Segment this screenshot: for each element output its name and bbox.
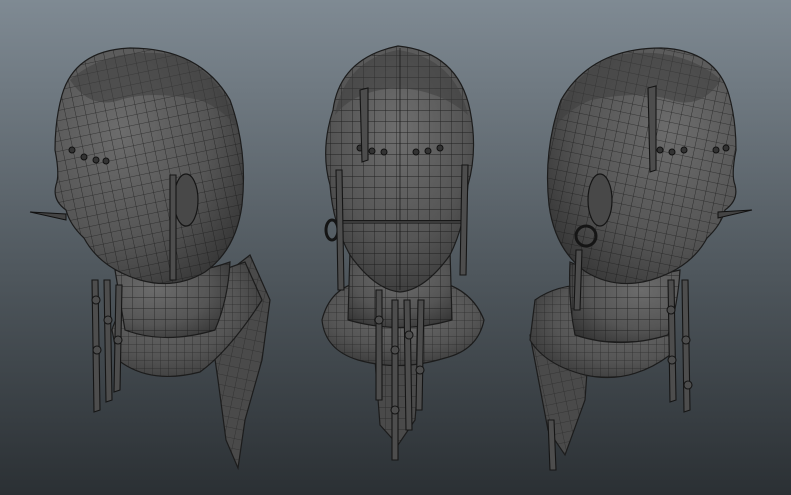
maya-viewport[interactable] xyxy=(0,0,791,495)
viewport-canvas xyxy=(0,0,791,495)
